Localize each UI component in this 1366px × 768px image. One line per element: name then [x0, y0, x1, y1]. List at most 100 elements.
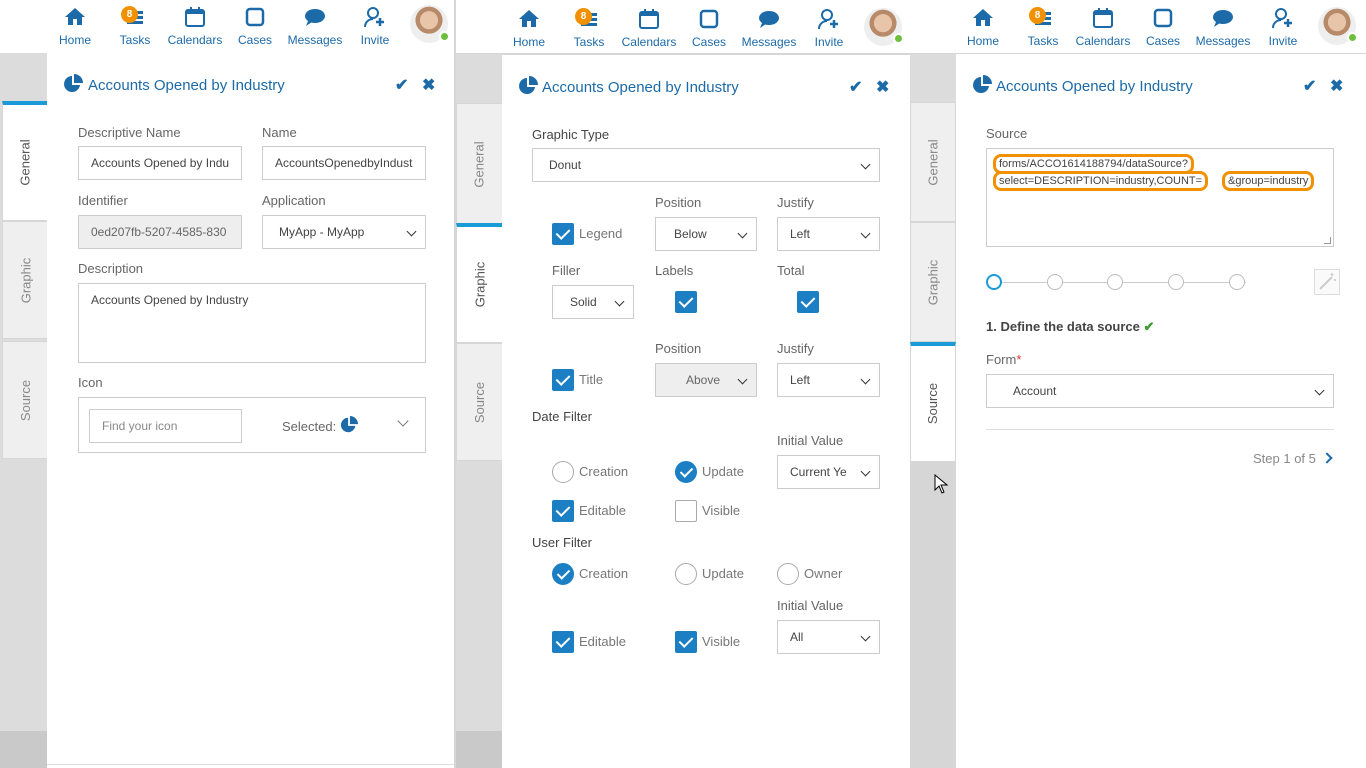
nav-cases[interactable]: Cases — [679, 7, 739, 49]
step-4[interactable] — [1168, 274, 1184, 290]
pie-chart-icon — [64, 74, 83, 92]
user-initial-value-select[interactable]: All — [777, 620, 880, 654]
icon-search-input[interactable]: Find your icon — [89, 409, 242, 443]
dialog-source: Accounts Opened by Industry ✔ ✖ Source f… — [956, 54, 1366, 768]
nav-calendars[interactable]: Calendars — [619, 7, 679, 49]
nav-tasks[interactable]: 8 Tasks — [1013, 6, 1073, 48]
close-icon[interactable]: ✖ — [422, 75, 435, 95]
tab-graphic[interactable]: Graphic — [910, 222, 956, 342]
legend-label: Legend — [579, 226, 623, 241]
nav-calendars[interactable]: Calendars — [1073, 6, 1133, 48]
date-initial-value-select[interactable]: Current Ye — [777, 455, 880, 489]
nav-cases[interactable]: Cases — [225, 5, 285, 47]
title-justify-select[interactable]: Left — [777, 363, 880, 397]
nav-home[interactable]: Home — [499, 7, 559, 49]
step-5[interactable] — [1229, 274, 1245, 290]
confirm-check-icon[interactable]: ✔ — [1303, 76, 1316, 96]
source-textarea[interactable]: forms/ACCO1614188794/dataSource? select=… — [986, 148, 1334, 247]
labels-checkbox[interactable] — [675, 291, 697, 313]
descriptive-name-field[interactable]: Accounts Opened by Indu — [78, 146, 242, 180]
add-user-icon — [364, 7, 384, 28]
name-field[interactable]: AccountsOpenedbyIndust — [262, 146, 426, 180]
nav-invite[interactable]: Invite — [345, 5, 405, 47]
description-label: Description — [78, 261, 144, 276]
identifier-field: 0ed207fb-5207-4585-830 — [78, 215, 242, 249]
tab-general[interactable]: General — [910, 102, 956, 222]
date-visible-checkbox[interactable] — [675, 500, 697, 522]
dialog-title: Accounts Opened by Industry — [542, 79, 739, 96]
next-step-icon[interactable] — [1321, 452, 1333, 464]
user-creation-radio[interactable] — [552, 563, 574, 585]
chevron-down-icon[interactable] — [397, 415, 409, 427]
date-filter-label: Date Filter — [532, 409, 592, 424]
descriptive-name-label: Descriptive Name — [78, 125, 181, 140]
nav-messages[interactable]: Messages — [1193, 6, 1253, 48]
nav-messages[interactable]: Messages — [285, 5, 345, 47]
cases-icon — [245, 7, 265, 27]
step-2[interactable] — [1047, 274, 1063, 290]
nav-cases[interactable]: Cases — [1133, 6, 1193, 48]
tab-source[interactable]: Source — [456, 343, 503, 461]
user-update-label: Update — [702, 566, 744, 581]
user-creation-label: Creation — [579, 566, 629, 581]
dialog-header: Accounts Opened by Industry ✔ ✖ — [47, 53, 454, 113]
filler-select[interactable]: Solid — [552, 285, 634, 319]
legend-position-select[interactable]: Below — [655, 217, 757, 251]
description-textarea[interactable]: Accounts Opened by Industry — [78, 283, 426, 363]
tab-general[interactable]: General — [456, 103, 503, 225]
legend-justify-select[interactable]: Left — [777, 217, 880, 251]
magic-wand-button[interactable] — [1314, 269, 1340, 295]
title-position-select[interactable]: Above — [655, 363, 757, 397]
grey-strip — [910, 461, 956, 768]
application-select[interactable]: MyApp - MyApp — [262, 215, 426, 249]
title-checkbox[interactable] — [552, 369, 574, 391]
tab-source[interactable]: Source — [910, 342, 956, 462]
date-update-radio[interactable] — [675, 461, 697, 483]
form-select[interactable]: Account — [986, 374, 1334, 408]
step-1[interactable] — [986, 274, 1002, 290]
nav-tasks[interactable]: 8 Tasks — [105, 5, 165, 47]
legend-checkbox[interactable] — [552, 223, 574, 245]
online-status-icon — [893, 33, 904, 44]
user-visible-label: Visible — [702, 634, 741, 649]
tab-source[interactable]: Source — [2, 341, 49, 459]
nav-home[interactable]: Home — [953, 6, 1013, 48]
tab-graphic[interactable]: Graphic — [456, 223, 503, 343]
tasks-badge: 8 — [575, 8, 592, 25]
nav-home[interactable]: Home — [45, 5, 105, 47]
confirm-check-icon[interactable]: ✔ — [849, 77, 862, 97]
home-icon — [519, 10, 539, 27]
magic-wand-icon — [1319, 273, 1336, 290]
resize-handle-icon[interactable] — [1324, 237, 1331, 244]
chat-bubble-icon — [759, 11, 779, 28]
step-counter: Step 1 of 5 — [1253, 451, 1316, 466]
user-editable-checkbox[interactable] — [552, 631, 574, 653]
user-visible-checkbox[interactable] — [675, 631, 697, 653]
date-creation-radio[interactable] — [552, 461, 574, 483]
close-icon[interactable]: ✖ — [876, 77, 889, 97]
top-navbar: Home 8 Tasks Calendars Cases Messages In… — [456, 0, 910, 53]
form-label: Form* — [986, 352, 1022, 367]
confirm-check-icon[interactable]: ✔ — [395, 75, 408, 95]
source-label: Source — [986, 126, 1028, 141]
source-highlight-group: &group=industry — [1222, 171, 1315, 191]
panel-graphic: Home 8 Tasks Calendars Cases Messages In… — [456, 0, 910, 768]
grey-strip — [0, 731, 47, 768]
user-update-radio[interactable] — [675, 563, 697, 585]
nav-messages[interactable]: Messages — [739, 7, 799, 49]
tab-graphic[interactable]: Graphic — [2, 221, 49, 339]
date-editable-checkbox[interactable] — [552, 500, 574, 522]
total-checkbox[interactable] — [797, 291, 819, 313]
close-icon[interactable]: ✖ — [1330, 76, 1343, 96]
tab-general[interactable]: General — [2, 101, 49, 221]
dialog-title: Accounts Opened by Industry — [996, 78, 1193, 95]
nav-tasks[interactable]: 8 Tasks — [559, 7, 619, 49]
user-owner-radio[interactable] — [777, 563, 799, 585]
nav-calendars[interactable]: Calendars — [165, 5, 225, 47]
step-3[interactable] — [1107, 274, 1123, 290]
graphic-type-select[interactable]: Donut — [532, 148, 880, 182]
nav-invite[interactable]: Invite — [1253, 6, 1313, 48]
nav-invite[interactable]: Invite — [799, 7, 859, 49]
dialog-bottom-divider — [47, 764, 454, 765]
identifier-label: Identifier — [78, 193, 128, 208]
